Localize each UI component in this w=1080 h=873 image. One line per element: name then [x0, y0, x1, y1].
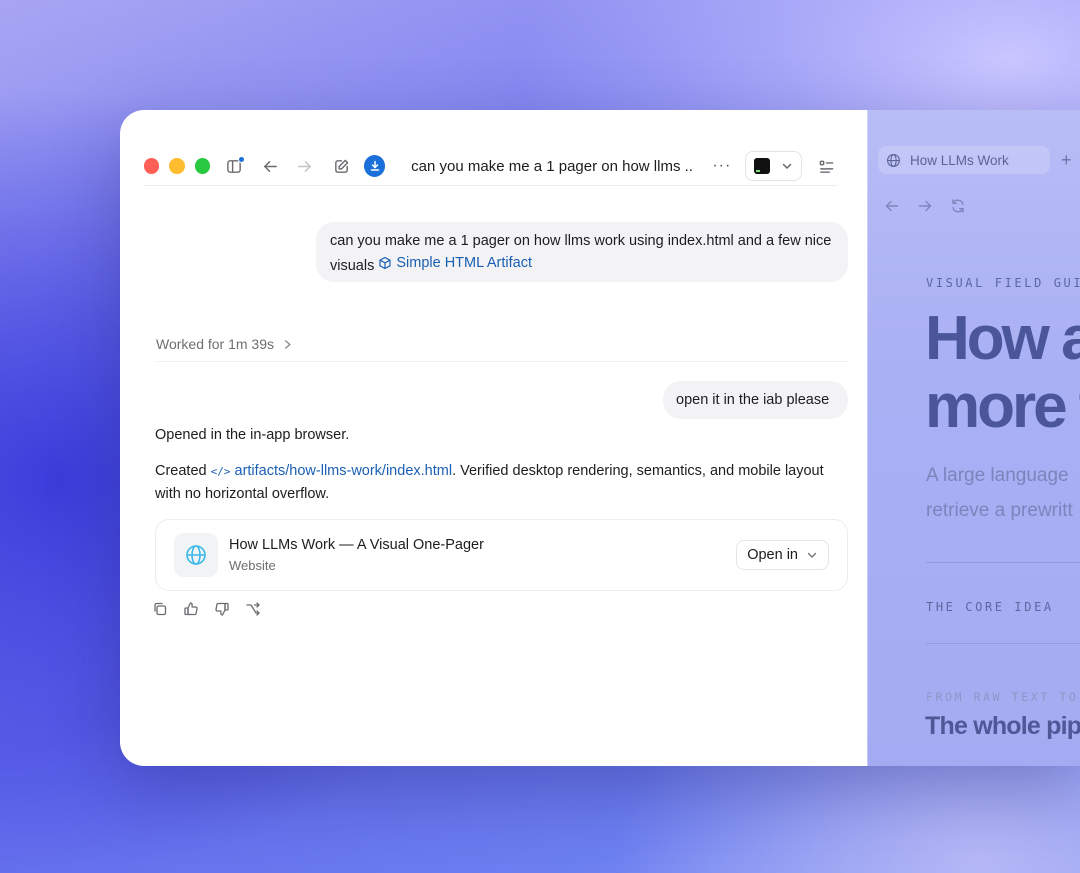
section-eyebrow-pipeline: FROM RAW TEXT TO: [926, 690, 1079, 704]
section-divider: [156, 361, 848, 362]
artifact-card-text: How LLMs Work — A Visual One-Pager Websi…: [229, 537, 484, 573]
message-actions: [152, 601, 261, 617]
artifact-attachment-link[interactable]: Simple HTML Artifact: [378, 252, 532, 274]
page-eyebrow: VISUAL FIELD GUID: [926, 276, 1080, 290]
open-in-button[interactable]: Open in: [736, 540, 829, 570]
terminal-icon: [754, 158, 771, 174]
back-arrow-icon: [263, 160, 277, 172]
page-rule: [926, 562, 1080, 563]
artifact-attachment-label: Simple HTML Artifact: [396, 255, 532, 271]
assistant-response-line-2: Created </> artifacts/how-llms-work/inde…: [155, 460, 845, 506]
thumbs-up-icon: [184, 602, 198, 616]
new-chat-button[interactable]: [331, 155, 352, 177]
download-icon: [370, 160, 379, 171]
chevron-right-icon: [284, 339, 291, 349]
title-bar: can you make me a 1 pager on how llms ..…: [144, 146, 837, 186]
chevron-down-icon: [782, 163, 792, 170]
new-tab-button[interactable]: +: [1061, 146, 1072, 174]
section-title-pipeline: The whole pip: [925, 712, 1080, 740]
assistant-response-line-1: Opened in the in-app browser.: [155, 427, 350, 443]
user-message-2: open it in the iab please: [663, 381, 848, 419]
cube-icon: [379, 256, 391, 270]
list-icon: [819, 160, 834, 173]
page-subtitle-line-1: A large language: [926, 465, 1069, 486]
copy-icon: [154, 602, 167, 616]
page-rule: [926, 643, 1080, 644]
terminal-selector-button[interactable]: [745, 151, 802, 181]
copy-button[interactable]: [152, 601, 168, 617]
page-headline-line-1: How a: [925, 304, 1080, 373]
file-path-label: artifacts/how-llms-work/index.html: [234, 463, 453, 479]
page-headline: How a more t: [925, 305, 1080, 441]
minimize-window-button[interactable]: [169, 158, 185, 174]
fork-button[interactable]: [245, 601, 261, 617]
user-message-1: can you make me a 1 pager on how llms wo…: [316, 222, 848, 282]
globe-icon: [887, 153, 900, 167]
file-path-link[interactable]: </> artifacts/how-llms-work/index.html: [211, 460, 452, 483]
chat-pane: can you make me a 1 pager on how llms ..…: [120, 110, 867, 766]
open-in-label: Open in: [747, 547, 798, 563]
browser-tab[interactable]: How LLMs Work: [878, 146, 1050, 174]
artifact-card-subtitle: Website: [229, 558, 276, 573]
browser-nav-bar: [884, 198, 966, 219]
download-button[interactable]: [363, 155, 386, 177]
close-window-button[interactable]: [144, 158, 160, 174]
browser-tab-title: How LLMs Work: [910, 152, 1009, 168]
page-headline-line-2: more t: [925, 372, 1080, 441]
page-subtitle: A large language retrieve a prewritt: [926, 458, 1073, 528]
created-label: Created: [155, 463, 207, 479]
code-icon: </>: [210, 465, 231, 478]
app-window: can you make me a 1 pager on how llms ..…: [120, 110, 1080, 766]
artifact-card-icon: [174, 533, 218, 577]
page-subtitle-line-2: retrieve a prewritt: [926, 500, 1073, 521]
worked-for-toggle[interactable]: Worked for 1m 39s: [156, 336, 293, 352]
globe-icon: [186, 545, 206, 565]
forward-button[interactable]: [294, 155, 315, 177]
section-label-core-idea: THE CORE IDEA: [926, 600, 1054, 614]
sidebar-toggle-button[interactable]: [224, 155, 246, 177]
chevron-down-icon: [807, 552, 817, 558]
conversation-title: can you make me a 1 pager on how llms ..…: [411, 157, 693, 175]
thumbs-down-button[interactable]: [214, 601, 230, 617]
maximize-window-button[interactable]: [194, 158, 211, 174]
browser-reload-button[interactable]: [950, 198, 966, 219]
reload-icon: [952, 199, 964, 213]
artifact-card-title: How LLMs Work — A Visual One-Pager: [229, 537, 484, 553]
toggle-list-button[interactable]: [816, 155, 837, 177]
thumbs-down-icon: [215, 602, 229, 616]
in-app-browser-pane: How LLMs Work + VISUAL FIELD GUID How a …: [867, 110, 1080, 766]
back-arrow-icon: [885, 200, 899, 212]
forward-arrow-icon: [918, 200, 932, 212]
artifact-card[interactable]: How LLMs Work — A Visual One-Pager Websi…: [155, 519, 848, 591]
user-message-2-text: open it in the iab please: [676, 392, 830, 408]
more-options-button[interactable]: ···: [712, 157, 731, 175]
browser-back-button[interactable]: [884, 198, 900, 219]
thumbs-up-button[interactable]: [183, 601, 199, 617]
forward-arrow-icon: [297, 160, 311, 172]
compose-icon: [335, 159, 349, 173]
title-divider: [144, 185, 837, 186]
browser-forward-button[interactable]: [917, 198, 933, 219]
fork-icon: [246, 602, 260, 616]
notification-dot: [238, 156, 246, 163]
back-button[interactable]: [259, 155, 280, 177]
worked-for-label: Worked for 1m 39s: [156, 336, 275, 352]
